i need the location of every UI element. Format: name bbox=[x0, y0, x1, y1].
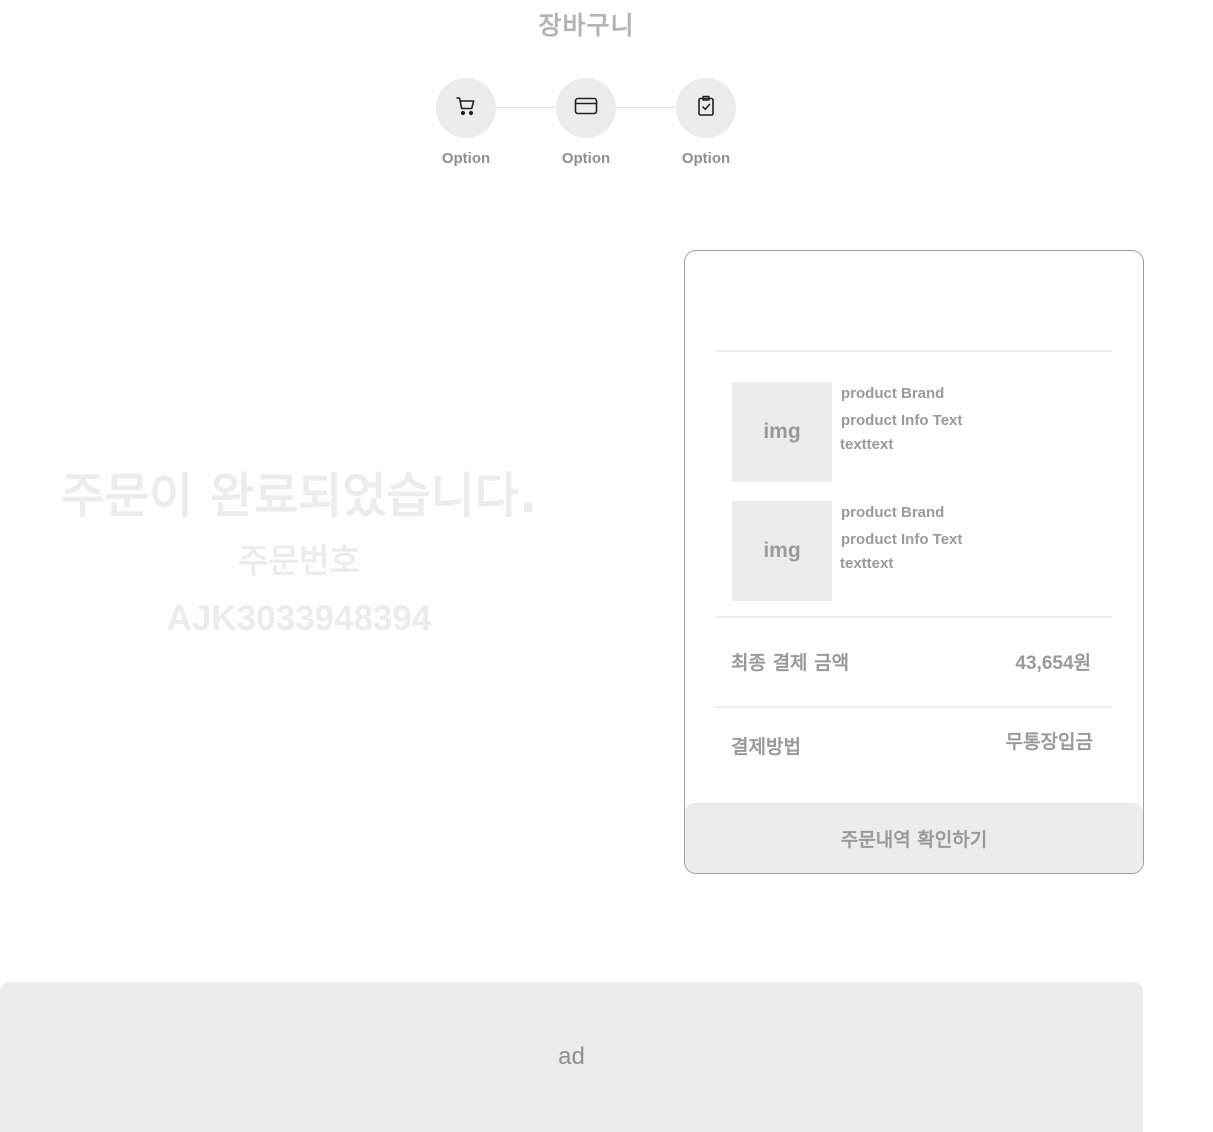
divider bbox=[716, 706, 1112, 708]
product-image: img bbox=[732, 382, 832, 482]
product-info: product Info Text bbox=[841, 531, 963, 548]
view-order-history-button[interactable]: 주문내역 확인하기 bbox=[685, 803, 1143, 873]
divider bbox=[716, 350, 1112, 352]
credit-card-icon bbox=[573, 93, 599, 123]
product-brand: product Brand bbox=[841, 385, 945, 402]
divider bbox=[716, 616, 1112, 618]
product-image: img bbox=[732, 501, 832, 601]
checkout-steps: Option Option Option bbox=[436, 78, 738, 178]
step-circle bbox=[436, 78, 496, 138]
step-label: Option bbox=[561, 150, 611, 167]
payment-method-value: 무통장입금 bbox=[1005, 732, 1093, 753]
ad-label: ad bbox=[558, 1043, 585, 1070]
total-amount-value: 43,654원 bbox=[1015, 653, 1091, 674]
product-info: product Info Text bbox=[841, 412, 963, 429]
product-text: product Brand product Info Text texttext bbox=[840, 384, 963, 457]
ad-banner[interactable]: ad bbox=[0, 982, 1143, 1132]
product-info-extra: texttext bbox=[840, 436, 894, 453]
step-connector bbox=[496, 107, 556, 108]
step-connector bbox=[616, 107, 676, 108]
total-amount-label: 최종 결제 금액 bbox=[731, 652, 850, 674]
step-circle bbox=[556, 78, 616, 138]
order-complete-panel: 주문이 완료되었습니다. 주문번호 AJK3033948394 bbox=[0, 460, 598, 644]
order-number-label: 주문번호 bbox=[238, 541, 360, 580]
step-cart[interactable]: Option bbox=[436, 78, 496, 167]
page-title: 장바구니 bbox=[538, 11, 635, 40]
product-brand: product Brand bbox=[841, 504, 945, 521]
cart-icon bbox=[454, 94, 478, 122]
product-item[interactable]: img product Brand product Info Text text… bbox=[732, 382, 1112, 482]
clipboard-check-icon bbox=[694, 94, 718, 122]
payment-method-label: 결제방법 bbox=[731, 736, 801, 758]
step-label: Option bbox=[441, 150, 491, 167]
product-text: product Brand product Info Text texttext bbox=[840, 503, 963, 576]
product-info-extra: texttext bbox=[840, 555, 894, 572]
step-circle bbox=[676, 78, 736, 138]
product-item[interactable]: img product Brand product Info Text text… bbox=[732, 501, 1112, 601]
order-summary-card: img product Brand product Info Text text… bbox=[684, 250, 1144, 874]
step-payment[interactable]: Option bbox=[556, 78, 616, 167]
step-label: Option bbox=[681, 150, 731, 167]
order-number: AJK3033948394 bbox=[166, 599, 432, 638]
order-complete-message: 주문이 완료되었습니다. bbox=[60, 468, 538, 524]
step-complete[interactable]: Option bbox=[676, 78, 736, 167]
